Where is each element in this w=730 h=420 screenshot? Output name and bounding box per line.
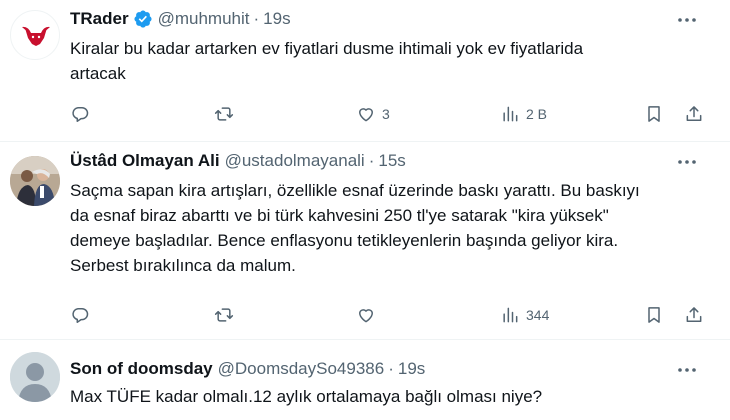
separator-dot: · <box>388 359 394 378</box>
display-name[interactable]: Üstâd Olmayan Ali <box>70 151 220 171</box>
views-button[interactable]: 2 B <box>500 102 547 126</box>
heart-icon <box>359 309 373 323</box>
separator-dot: · <box>253 9 260 28</box>
tweet-header: TRader @muhmuhit · 19s <box>70 8 720 30</box>
views-button[interactable]: 344 <box>500 303 549 327</box>
reply-button[interactable] <box>70 102 90 126</box>
timestamp[interactable]: 19s <box>398 359 425 379</box>
reply-button[interactable] <box>70 303 90 327</box>
like-button[interactable] <box>356 303 376 327</box>
tweet[interactable]: Üstâd Olmayan Ali @ustadolmayanali · 15s… <box>0 142 730 340</box>
action-bar: 344 <box>70 303 716 327</box>
separator-dot: · <box>368 151 375 170</box>
analytics-icon <box>503 106 518 122</box>
more-options-icon[interactable] <box>676 152 698 172</box>
avatar[interactable] <box>10 10 60 60</box>
display-name[interactable]: Son of doomsday <box>70 359 213 379</box>
retweet-button[interactable] <box>214 102 234 126</box>
bookmark-button[interactable] <box>644 303 664 327</box>
display-name[interactable]: TRader <box>70 9 129 29</box>
view-count: 344 <box>526 307 550 323</box>
bookmark-button[interactable] <box>644 102 664 126</box>
tweet-text-line: artacak <box>70 64 126 83</box>
share-button[interactable] <box>684 303 704 327</box>
tweet[interactable]: Son of doomsday @DoomsdaySo49386 · 19s M… <box>0 340 730 420</box>
group-photo-icon <box>10 156 60 206</box>
like-count: 3 <box>382 106 390 122</box>
share-button[interactable] <box>684 102 704 126</box>
user-handle[interactable]: @DoomsdaySo49386 <box>218 359 385 379</box>
verified-badge-icon <box>133 9 153 29</box>
user-handle[interactable]: @muhmuhit <box>158 9 250 29</box>
reply-icon <box>72 107 89 122</box>
bookmark-icon <box>648 307 660 323</box>
tweet-text-line: Kiralar bu kadar artarken ev fiyatlari d… <box>70 39 584 58</box>
heart-icon <box>359 108 373 122</box>
share-icon <box>686 106 702 121</box>
retweet-icon <box>214 308 234 322</box>
view-count: 2 B <box>526 106 548 122</box>
reply-icon <box>72 308 89 323</box>
tweet-text: Max TÜFE kadar olmalı.12 aylık ortalamay… <box>70 384 700 409</box>
more-options-icon[interactable] <box>676 360 698 380</box>
tweet-text: Kiralar bu kadar artarken ev fiyatlari d… <box>70 36 700 86</box>
like-button[interactable]: 3 <box>356 102 390 126</box>
avatar[interactable] <box>10 352 60 402</box>
tweet-text-line: Max TÜFE kadar olmalı.12 aylık ortalamay… <box>70 387 543 406</box>
timestamp[interactable]: 15s <box>378 151 405 171</box>
tweet[interactable]: TRader @muhmuhit · 19s Kiralar bu kadar … <box>0 0 730 142</box>
trader-logo-icon <box>22 26 50 46</box>
retweet-button[interactable] <box>214 303 234 327</box>
bookmark-icon <box>648 106 660 122</box>
user-handle[interactable]: @ustadolmayanali <box>225 151 365 171</box>
tweet-text-line: da esnaf biraz abarttı ve bi türk kahves… <box>70 206 609 225</box>
tweet-header: Son of doomsday @DoomsdaySo49386 · 19s <box>70 358 720 380</box>
tweet-text-line: demeye başladılar. Bence enflasyonu teti… <box>70 231 619 250</box>
share-icon <box>686 307 702 322</box>
tweet-header: Üstâd Olmayan Ali @ustadolmayanali · 15s <box>70 150 720 172</box>
retweet-icon <box>214 107 234 121</box>
avatar[interactable] <box>10 156 60 206</box>
analytics-icon <box>503 307 518 323</box>
timestamp[interactable]: 19s <box>263 9 290 29</box>
default-avatar-icon <box>10 352 60 402</box>
tweet-text: Saçma sapan kira artışları, özellikle es… <box>70 178 700 278</box>
action-bar: 3 2 B <box>70 102 716 126</box>
tweet-text-line: Saçma sapan kira artışları, özellikle es… <box>70 181 640 200</box>
tweet-text-line: Serbest bırakılınca da malum. <box>70 256 296 275</box>
more-options-icon[interactable] <box>676 10 698 30</box>
